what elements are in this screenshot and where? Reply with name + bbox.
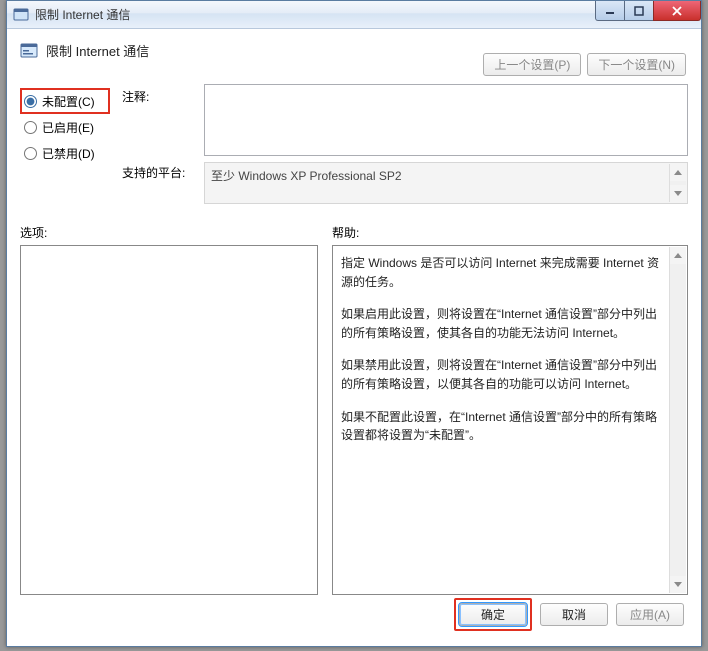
dialog-window: 限制 Internet 通信 bbox=[6, 0, 702, 647]
radio-enabled[interactable]: 已启用(E) bbox=[20, 114, 110, 140]
state-radio-group: 未配置(C) 已启用(E) 已禁用(D) bbox=[20, 84, 110, 204]
close-button[interactable] bbox=[653, 1, 701, 21]
help-label: 帮助: bbox=[332, 224, 688, 241]
radio-not-configured[interactable]: 未配置(C) bbox=[20, 88, 110, 114]
radio-not-configured-label: 未配置(C) bbox=[42, 93, 95, 110]
radio-enabled-label: 已启用(E) bbox=[42, 119, 94, 136]
radio-not-configured-input[interactable] bbox=[24, 95, 37, 108]
prev-setting-button[interactable]: 上一个设置(P) bbox=[483, 53, 581, 76]
comment-textarea[interactable] bbox=[204, 84, 688, 156]
help-scrollbar[interactable] bbox=[669, 247, 686, 593]
help-panel: 指定 Windows 是否可以访问 Internet 来完成需要 Interne… bbox=[332, 245, 688, 595]
window-title: 限制 Internet 通信 bbox=[35, 6, 130, 23]
scroll-up-icon[interactable] bbox=[670, 164, 686, 181]
minimize-button[interactable] bbox=[595, 1, 625, 21]
scroll-up-icon[interactable] bbox=[670, 247, 686, 264]
radio-disabled-input[interactable] bbox=[24, 147, 37, 160]
supported-platform-box: 至少 Windows XP Professional SP2 bbox=[204, 162, 688, 204]
app-icon bbox=[13, 7, 29, 23]
cancel-button[interactable]: 取消 bbox=[540, 603, 608, 626]
next-setting-button[interactable]: 下一个设置(N) bbox=[587, 53, 686, 76]
comment-label: 注释: bbox=[122, 88, 192, 164]
help-p2: 如果启用此设置，则将设置在“Internet 通信设置”部分中列出的所有策略设置… bbox=[341, 305, 665, 342]
help-p1: 指定 Windows 是否可以访问 Internet 来完成需要 Interne… bbox=[341, 254, 665, 291]
options-label: 选项: bbox=[20, 224, 318, 241]
scroll-track[interactable] bbox=[670, 264, 686, 576]
platform-scrollbar[interactable] bbox=[669, 164, 686, 202]
radio-enabled-input[interactable] bbox=[24, 121, 37, 134]
help-p4: 如果不配置此设置，在“Internet 通信设置”部分中的所有策略设置都将设置为… bbox=[341, 408, 665, 445]
options-panel bbox=[20, 245, 318, 595]
ok-highlight: 确定 bbox=[454, 598, 532, 631]
maximize-button[interactable] bbox=[624, 1, 654, 21]
radio-disabled-label: 已禁用(D) bbox=[42, 145, 95, 162]
supported-platform-text: 至少 Windows XP Professional SP2 bbox=[211, 169, 402, 183]
apply-button[interactable]: 应用(A) bbox=[616, 603, 684, 626]
client-area: 限制 Internet 通信 上一个设置(P) 下一个设置(N) 未配置(C) … bbox=[14, 35, 694, 639]
scroll-down-icon[interactable] bbox=[670, 576, 686, 593]
window-controls bbox=[596, 1, 701, 21]
page-title: 限制 Internet 通信 bbox=[46, 41, 149, 60]
radio-disabled[interactable]: 已禁用(D) bbox=[20, 140, 110, 166]
scroll-down-icon[interactable] bbox=[670, 185, 686, 202]
help-text: 指定 Windows 是否可以访问 Internet 来完成需要 Interne… bbox=[333, 246, 687, 467]
ok-button[interactable]: 确定 bbox=[459, 603, 527, 626]
policy-icon bbox=[20, 42, 38, 60]
dialog-footer: 确定 取消 应用(A) bbox=[454, 598, 684, 631]
platform-label: 支持的平台: bbox=[122, 164, 192, 181]
titlebar[interactable]: 限制 Internet 通信 bbox=[7, 1, 701, 29]
help-p3: 如果禁用此设置，则将设置在“Internet 通信设置”部分中列出的所有策略设置… bbox=[341, 356, 665, 393]
